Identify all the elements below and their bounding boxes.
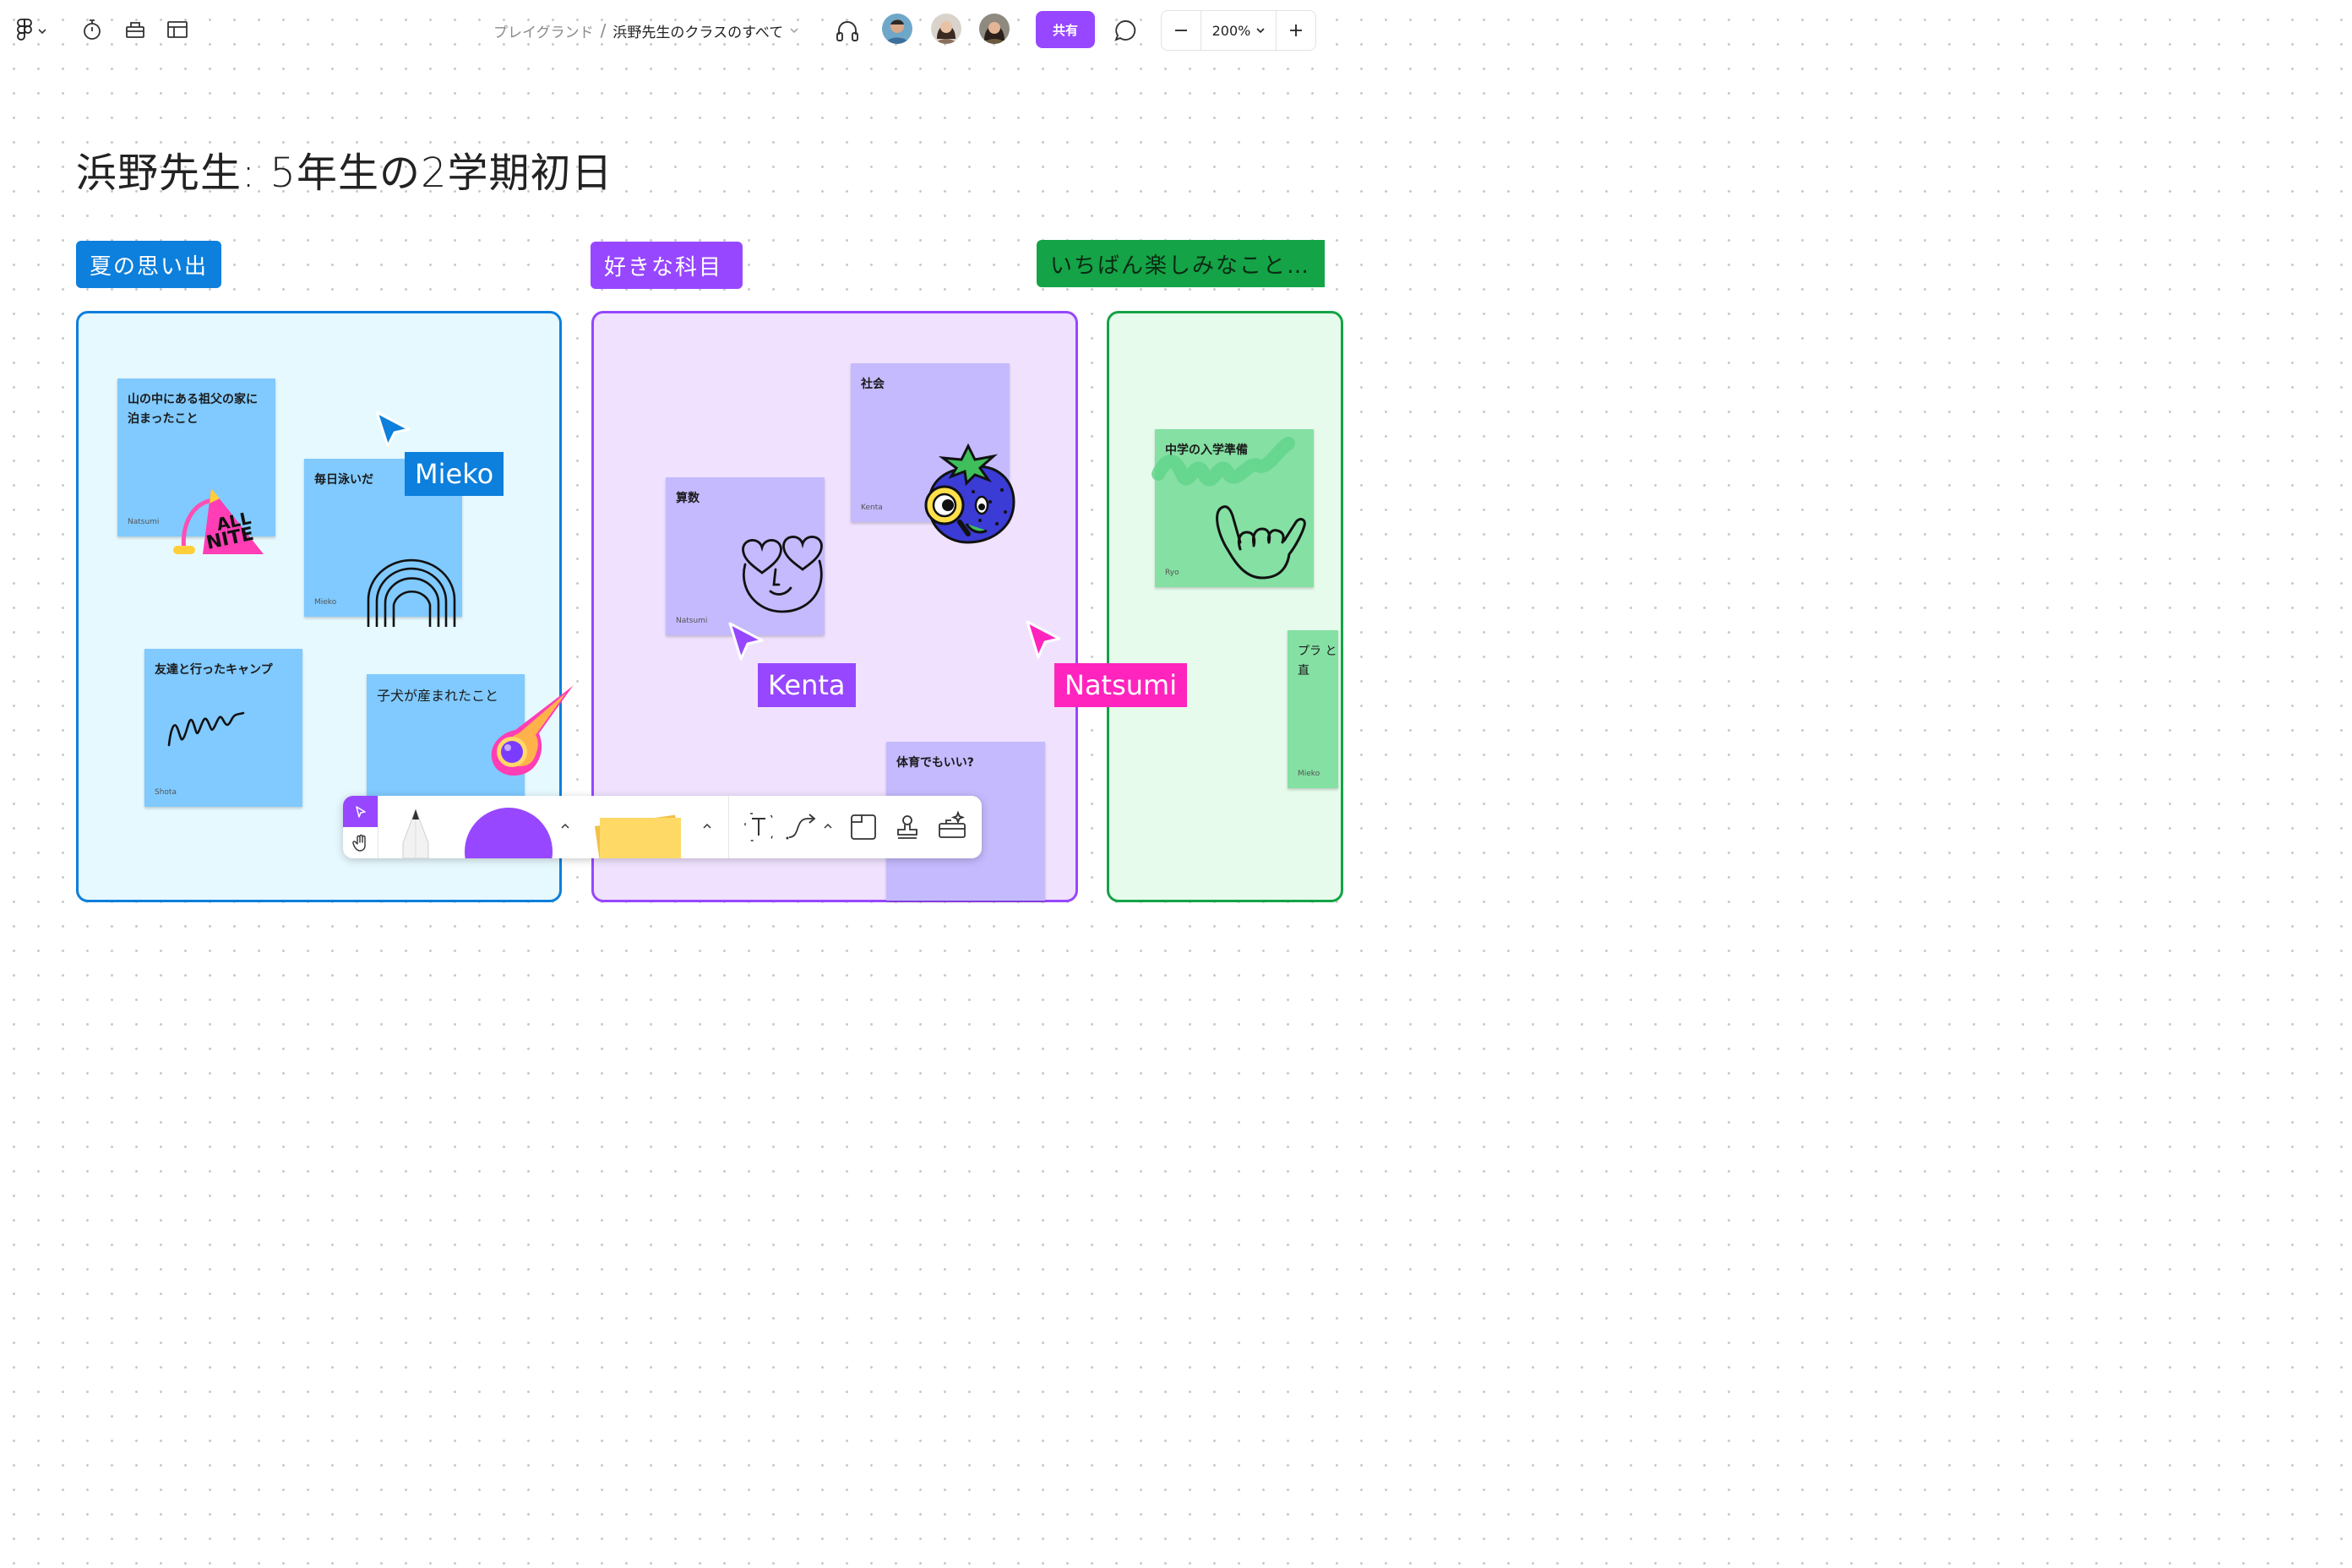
avatar[interactable] — [882, 14, 912, 44]
sticky-note-tool-button[interactable] — [590, 804, 694, 858]
chevron-down-icon — [38, 29, 46, 35]
circle-shape-icon — [465, 808, 553, 858]
all-nighter-sticker[interactable]: ALL NITE — [169, 480, 270, 564]
pointer-icon — [355, 805, 366, 818]
avatar[interactable] — [979, 14, 1010, 44]
sticky-author: Shota — [155, 788, 177, 797]
breadcrumb-separator: / — [600, 20, 607, 41]
cursor-arrow-icon — [728, 622, 764, 661]
comment-icon — [1114, 20, 1136, 41]
stamp-icon — [897, 815, 917, 839]
connector-icon — [786, 814, 816, 840]
section-label-subjects[interactable]: 好きな科目 — [591, 242, 743, 289]
sticky-text: 山の中にある祖父の家に泊まったこと — [128, 393, 258, 426]
briefcase-icon — [126, 22, 144, 38]
sticky-note-icon — [594, 814, 682, 858]
sticky-text: 体育でもいい? — [896, 756, 974, 770]
sticky-author: Ryo — [1165, 569, 1179, 577]
zoom-out-button[interactable] — [1162, 11, 1200, 50]
zoom-level-dropdown[interactable]: 200% — [1201, 11, 1276, 50]
plus-icon — [1290, 24, 1302, 36]
sticky-text: 算数 — [676, 492, 700, 505]
chevron-down-icon[interactable] — [790, 27, 798, 34]
cursor-arrow-icon — [1026, 620, 1061, 659]
share-button[interactable]: 共有 — [1036, 11, 1095, 48]
shaka-hand-doodle[interactable] — [1206, 497, 1308, 583]
pen-icon — [402, 808, 429, 858]
bottom-toolbar — [343, 796, 982, 858]
section-label-looking-forward[interactable]: いちばん楽しみなこと… — [1037, 240, 1325, 287]
figma-logo-icon — [17, 19, 32, 41]
hand-tool-button[interactable] — [343, 827, 378, 858]
breadcrumb: プレイグランド / 浜野先生のクラスのすべて — [493, 19, 798, 42]
chevron-up-icon — [703, 823, 711, 829]
sticky-text: 中学の入学準備 — [1165, 444, 1248, 457]
cursor-label-kenta: Kenta — [758, 663, 856, 707]
comments-button[interactable] — [1112, 17, 1139, 44]
zoom-in-button[interactable] — [1277, 11, 1315, 50]
section-icon — [851, 814, 876, 840]
section-tool-button[interactable] — [847, 810, 880, 844]
library-button[interactable] — [122, 17, 148, 42]
strawberry-detective-sticker[interactable] — [921, 443, 1021, 544]
section-label-summer[interactable]: 夏の思い出 — [76, 241, 221, 288]
zoom-level-value: 200% — [1211, 22, 1251, 39]
sticky-note[interactable]: プラ と直 Mieko — [1288, 630, 1338, 788]
squiggle-doodle[interactable] — [164, 710, 248, 752]
more-tools-button[interactable] — [934, 808, 970, 844]
chevron-up-icon — [824, 823, 832, 829]
stopwatch-icon — [84, 19, 101, 40]
hand-icon — [351, 834, 366, 852]
board-title[interactable]: 浜野先生: 5年生の2学期初日 — [76, 139, 613, 199]
sticky-author: Kenta — [861, 504, 883, 512]
breadcrumb-parent[interactable]: プレイグランド — [493, 20, 594, 41]
top-bar: プレイグランド / 浜野先生のクラスのすべて 共有 200% — [0, 0, 1325, 61]
audio-button[interactable] — [833, 17, 862, 44]
heart-eyes-face-doodle[interactable] — [737, 531, 830, 615]
breadcrumb-current[interactable]: 浜野先生のクラスのすべて — [612, 20, 783, 41]
pen-tool-button[interactable] — [395, 803, 436, 858]
layout-icon — [167, 21, 188, 38]
toolbox-sparkle-icon — [939, 810, 966, 838]
cursor-label-natsumi: Natsumi — [1054, 663, 1188, 707]
text-tool-button[interactable] — [740, 810, 777, 844]
chevron-down-icon — [1256, 28, 1265, 34]
zoom-control: 200% — [1161, 10, 1316, 51]
main-menu-button[interactable] — [12, 17, 51, 42]
sticky-author: Mieko — [1298, 770, 1320, 778]
stamp-tool-button[interactable] — [890, 810, 924, 844]
sticky-text: 友達と行ったキャンプ — [155, 663, 273, 677]
section-looking-forward[interactable] — [1107, 311, 1343, 902]
sticky-text: 社会 — [861, 378, 885, 391]
headphones-icon — [836, 21, 858, 41]
comet-sticker[interactable] — [482, 683, 578, 777]
avatar[interactable] — [931, 14, 961, 44]
text-icon — [744, 813, 773, 841]
shape-options-button[interactable] — [558, 818, 573, 835]
sticky-text: プラ と直 — [1298, 645, 1337, 678]
chevron-up-icon — [561, 823, 569, 829]
sticky-author: Mieko — [314, 598, 337, 607]
move-tool-button[interactable] — [343, 796, 378, 827]
connector-options-button[interactable] — [821, 818, 835, 835]
sticky-options-button[interactable] — [700, 818, 715, 835]
rainbow-doodle[interactable] — [363, 556, 460, 630]
cursor-label-mieko: Mieko — [405, 452, 504, 496]
layout-button[interactable] — [165, 17, 190, 42]
minus-icon — [1175, 30, 1187, 31]
connector-tool-button[interactable] — [784, 810, 821, 844]
cursor-arrow-icon — [375, 411, 411, 448]
sticky-author: Natsumi — [128, 518, 160, 526]
sticky-author: Natsumi — [676, 617, 708, 625]
timer-button[interactable] — [79, 17, 105, 42]
shape-tool-button[interactable] — [461, 806, 556, 858]
